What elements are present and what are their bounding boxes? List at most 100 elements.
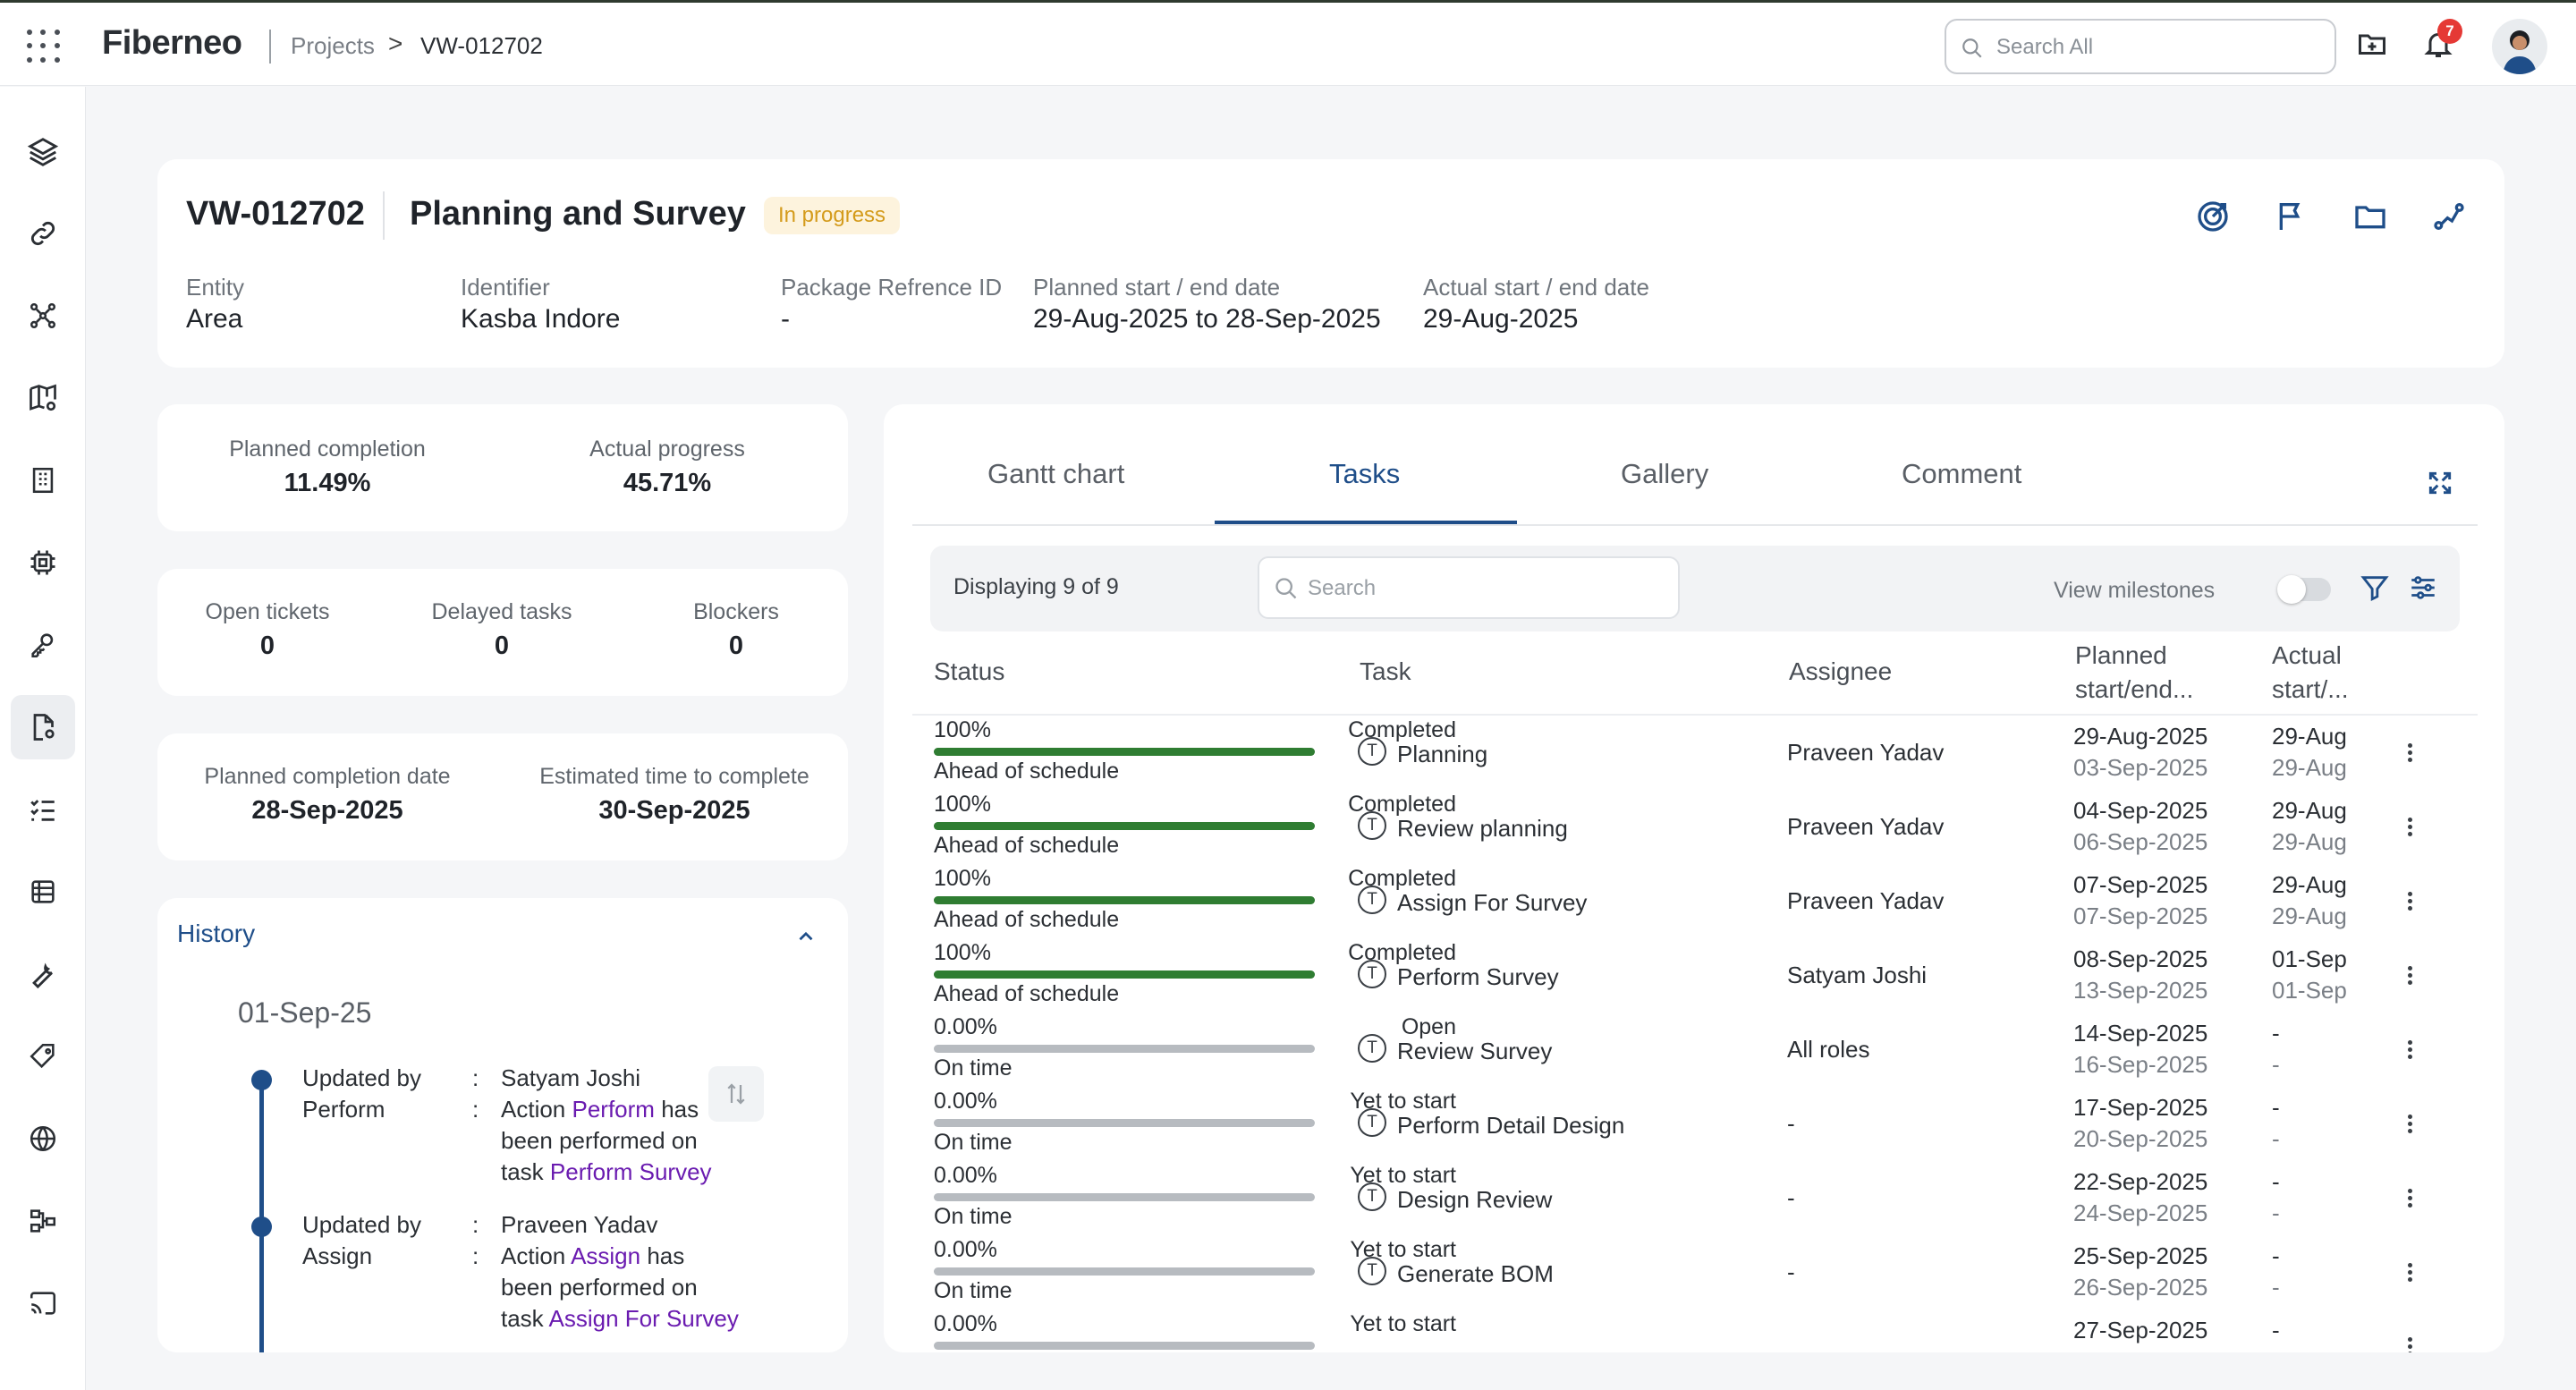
progress-percent: 0.00% <box>934 1237 997 1262</box>
task-name[interactable]: Planning <box>1397 741 1487 768</box>
sidebar-item-checklist[interactable] <box>11 777 75 842</box>
settings-sliders-icon[interactable] <box>2408 572 2438 603</box>
user-avatar[interactable] <box>2492 19 2547 74</box>
task-name[interactable]: Assign For Survey <box>1397 889 1587 917</box>
actual-start: 01-Sep-2025 <box>2272 945 2347 972</box>
blockers-label: Blockers <box>693 599 779 624</box>
history-action-link[interactable]: Assign <box>571 1242 640 1269</box>
filter-icon[interactable] <box>2360 572 2390 603</box>
history-entry-detail: Praveen Yadav Action Assign has been per… <box>501 1211 739 1332</box>
task-type-icon: T <box>1358 886 1386 914</box>
row-menu-icon[interactable] <box>2401 1335 2419 1352</box>
app-grid-icon[interactable] <box>27 30 61 64</box>
view-milestones-toggle[interactable] <box>2277 575 2331 604</box>
row-menu-icon[interactable] <box>2401 815 2419 843</box>
table-header-divider <box>912 714 2478 716</box>
fullscreen-icon[interactable] <box>2426 469 2454 497</box>
task-type-icon: T <box>1358 1182 1386 1211</box>
tab-gallery[interactable]: Gallery <box>1621 458 1708 490</box>
planned-start: 22-Sep-2025 <box>2073 1168 2208 1195</box>
history-action-link[interactable]: Perform <box>572 1096 655 1123</box>
tab-gantt-chart[interactable]: Gantt chart <box>987 458 1124 490</box>
history-task-link[interactable]: Assign For Survey <box>548 1305 738 1332</box>
sidebar-item-map[interactable] <box>11 366 75 430</box>
sort-history-button[interactable] <box>708 1066 764 1122</box>
table-row[interactable]: 0.00% Yet to start On time T Perform Detail … <box>884 1089 2504 1163</box>
history-title[interactable]: History <box>177 920 255 948</box>
sidebar-item-globe[interactable] <box>11 1106 75 1171</box>
counts-card: Open tickets 0 Delayed tasks 0 Blockers … <box>157 569 848 696</box>
sidebar-item-tags[interactable] <box>11 1024 75 1089</box>
tab-comment[interactable]: Comment <box>1902 458 2021 490</box>
brand-divider <box>269 30 271 64</box>
actual-progress-label: Actual progress <box>589 436 745 462</box>
sidebar-item-chip[interactable] <box>11 530 75 595</box>
row-menu-icon[interactable] <box>2401 1186 2419 1215</box>
global-search-input[interactable] <box>1996 33 2318 62</box>
table-row[interactable]: 100% Completed Ahead of schedule T Assign Fo… <box>884 866 2504 940</box>
history-entry-colons: : : <box>472 1064 479 1123</box>
brand-logo[interactable]: Fiberneo <box>102 24 242 63</box>
meta-label-identifier: Identifier <box>461 274 550 301</box>
schedule-status: On time <box>934 1204 1013 1229</box>
row-menu-icon[interactable] <box>2401 1038 2419 1066</box>
sidebar-item-building[interactable] <box>11 448 75 513</box>
table-row[interactable]: 100% Completed Ahead of schedule T Perform S… <box>884 940 2504 1014</box>
task-name[interactable]: Review planning <box>1397 815 1568 843</box>
task-name[interactable]: Generate BOM <box>1397 1260 1554 1288</box>
column-planned-dates[interactable]: Planned start/end... <box>2075 639 2193 707</box>
row-menu-icon[interactable] <box>2401 1112 2419 1140</box>
task-assignee: Satyam Joshi <box>1787 962 1928 988</box>
task-search[interactable] <box>1258 556 1680 619</box>
task-name[interactable]: Design Review <box>1397 1186 1552 1214</box>
breadcrumb-projects[interactable]: Projects <box>291 32 375 60</box>
sidebar-item-links[interactable] <box>11 201 75 266</box>
column-task[interactable]: Task <box>1360 655 1411 689</box>
sidebar-item-key[interactable] <box>11 613 75 677</box>
breadcrumb-current: VW-012702 <box>420 32 543 59</box>
table-row[interactable]: 0.00% Yet to start 27-Sep-2025 - <box>884 1311 2504 1352</box>
table-row[interactable]: 0.00% Yet to start On time T Generate BOM -25… <box>884 1237 2504 1311</box>
task-search-input[interactable] <box>1308 574 1665 603</box>
folder-add-icon[interactable] <box>2356 28 2388 60</box>
sidebar-item-inventory[interactable] <box>11 860 75 924</box>
sidebar-item-cast[interactable] <box>11 1271 75 1335</box>
folder-icon[interactable] <box>2352 199 2388 234</box>
progress-percent: 0.00% <box>934 1014 997 1039</box>
column-assignee[interactable]: Assignee <box>1789 655 1892 689</box>
tab-tasks[interactable]: Tasks <box>1329 458 1400 490</box>
table-row[interactable]: 100% Completed Ahead of schedule T Planning P… <box>884 717 2504 792</box>
task-name[interactable]: Review Survey <box>1397 1038 1552 1065</box>
sidebar-item-hierarchy[interactable] <box>11 1189 75 1253</box>
progress-percent: 0.00% <box>934 1311 997 1336</box>
route-icon[interactable] <box>2431 199 2467 234</box>
sidebar-item-tools[interactable] <box>11 942 75 1006</box>
task-assignee: Praveen Yadav <box>1787 739 1945 766</box>
row-menu-icon[interactable] <box>2401 741 2419 769</box>
sidebar-item-network[interactable] <box>11 284 75 348</box>
sidebar-item-layers[interactable] <box>11 120 75 184</box>
progress-card: Planned completion 11.49% Actual progres… <box>157 404 848 531</box>
progress-bar <box>934 748 1315 756</box>
task-name[interactable]: Perform Survey <box>1397 963 1559 991</box>
actual-start: - <box>2272 1094 2280 1121</box>
planned-end: 16-Sep-2025 <box>2073 1051 2208 1078</box>
row-menu-icon[interactable] <box>2401 963 2419 992</box>
actual-end: 29-Aug-2025 <box>2272 903 2347 929</box>
table-row[interactable]: 100% Completed Ahead of schedule T Review pl… <box>884 792 2504 866</box>
task-name[interactable]: Perform Detail Design <box>1397 1112 1624 1140</box>
history-task-link[interactable]: Perform Survey <box>550 1158 712 1185</box>
progress-percent: 100% <box>934 717 991 742</box>
flag-icon[interactable] <box>2274 199 2309 234</box>
row-menu-icon[interactable] <box>2401 1260 2419 1289</box>
task-type-icon: T <box>1358 1108 1386 1137</box>
global-search[interactable] <box>1945 19 2336 74</box>
table-row[interactable]: 0.00% Open On time T Review Survey All roles 1… <box>884 1014 2504 1089</box>
column-status[interactable]: Status <box>934 655 1004 689</box>
chevron-up-icon[interactable] <box>794 925 818 948</box>
sidebar-item-projects[interactable] <box>11 695 75 759</box>
table-row[interactable]: 0.00% Yet to start On time T Design Review -2… <box>884 1163 2504 1237</box>
row-menu-icon[interactable] <box>2401 889 2419 918</box>
column-actual-dates[interactable]: Actual start/... <box>2272 639 2349 707</box>
target-icon[interactable] <box>2195 199 2231 234</box>
